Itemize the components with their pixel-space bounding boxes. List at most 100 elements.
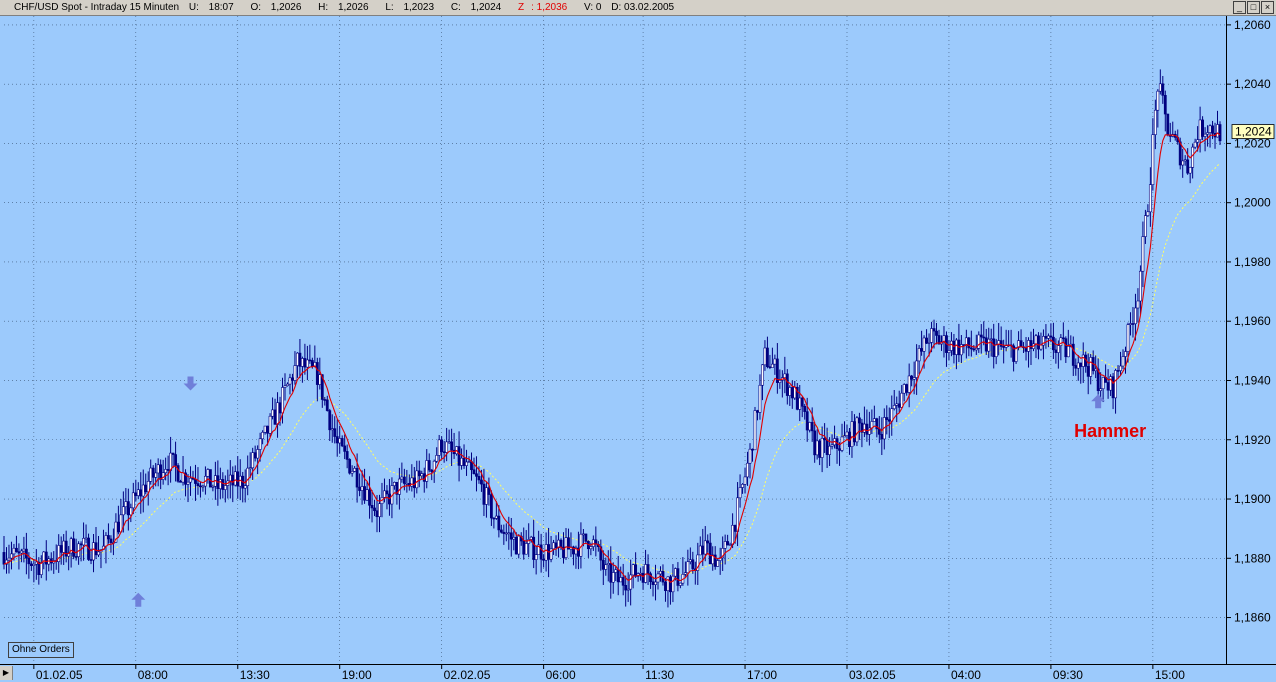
candle-body: [751, 448, 754, 451]
candle-body: [544, 544, 548, 561]
candle-body: [1047, 335, 1050, 339]
symbol-title: CHF/USD Spot - Intraday 15 Minuten: [14, 2, 180, 13]
candle-body: [999, 340, 1003, 347]
candle-body: [139, 489, 143, 497]
candle-body: [927, 342, 931, 344]
candle-body: [850, 421, 854, 447]
candle-body: [820, 437, 824, 458]
candle-body: [1166, 113, 1170, 136]
candle-body: [1081, 354, 1085, 367]
candle-body: [233, 471, 237, 486]
candle-body: [542, 558, 546, 561]
minimize-button[interactable]: _: [1233, 1, 1246, 14]
candle-body: [559, 539, 563, 548]
candle-body: [1198, 119, 1202, 140]
candle-body: [129, 507, 133, 516]
candle-body: [499, 529, 503, 533]
time-axis-panel[interactable]: [0, 664, 1276, 682]
candle-body: [507, 532, 511, 535]
candle-body: [141, 484, 145, 497]
candle-body: [7, 557, 11, 561]
candle-body: [783, 373, 787, 378]
candle-body: [698, 545, 702, 556]
candlestick-series: [2, 69, 1222, 608]
candle-body: [823, 437, 827, 441]
candle-body: [1151, 134, 1155, 185]
candle-body: [683, 572, 687, 575]
candle-body: [201, 485, 205, 488]
candle-body: [609, 563, 613, 583]
candle-body: [1089, 357, 1093, 377]
candle-body: [283, 385, 287, 388]
candle-body: [925, 337, 928, 344]
candle-body: [325, 399, 329, 411]
candle-body: [703, 540, 707, 555]
maximize-button[interactable]: □: [1247, 1, 1260, 14]
candle-body: [206, 469, 210, 477]
candle-body: [895, 403, 899, 406]
candle-body: [1086, 366, 1090, 377]
candle-body: [144, 484, 148, 493]
slow-moving-average: [3, 163, 1221, 575]
candle-body: [258, 438, 262, 450]
candle-body: [825, 439, 829, 455]
candle-body: [955, 339, 958, 355]
candle-body: [221, 479, 225, 490]
scroll-left-icon[interactable]: ▶: [0, 666, 13, 680]
close-button[interactable]: ×: [1261, 1, 1274, 14]
candle-body: [843, 435, 846, 438]
candle-body: [430, 469, 434, 472]
candle-body: [969, 347, 973, 350]
candle-body: [273, 409, 277, 425]
candle-body: [773, 358, 777, 365]
candle-body: [974, 348, 978, 351]
candle-body: [967, 337, 971, 349]
candle-body: [296, 352, 299, 366]
candle-body: [179, 481, 182, 483]
candle-body: [1037, 335, 1040, 350]
candle-body: [853, 421, 856, 443]
candle-body: [457, 446, 461, 466]
candle-body: [1106, 382, 1110, 391]
candle-body: [348, 459, 352, 474]
candle-body: [534, 554, 538, 560]
candle-body: [746, 462, 749, 478]
candle-body: [485, 487, 488, 505]
candle-body: [263, 425, 267, 433]
candle-body: [494, 515, 498, 519]
candle-body: [674, 568, 677, 577]
candle-body: [766, 347, 769, 368]
candle-body: [363, 486, 366, 501]
candle-body: [1119, 365, 1122, 371]
candle-body: [880, 434, 884, 440]
candle-body: [333, 428, 337, 437]
candle-body: [902, 384, 906, 394]
price-axis-panel[interactable]: [1226, 16, 1276, 664]
candle-body: [1039, 344, 1043, 350]
candle-body: [156, 464, 160, 474]
candle-body: [810, 422, 814, 432]
candle-body: [701, 545, 705, 555]
candle-body: [427, 460, 431, 471]
candle-body: [614, 569, 618, 573]
candle-body: [417, 470, 421, 477]
candle-body: [146, 480, 150, 493]
candle-body: [97, 551, 100, 556]
candle-body: [1111, 376, 1115, 399]
candle-body: [29, 563, 33, 566]
candle-body: [619, 577, 623, 583]
candle-body: [987, 338, 991, 352]
candle-body: [952, 340, 956, 355]
candle-body: [912, 377, 916, 380]
orders-button[interactable]: Ohne Orders: [8, 642, 74, 658]
candle-body: [467, 461, 471, 463]
price-chart[interactable]: Hammer: [0, 0, 1276, 681]
candle-body: [440, 439, 444, 452]
candle-body: [402, 476, 406, 484]
candle-body: [865, 423, 869, 435]
candle-body: [910, 375, 914, 380]
candle-body: [654, 581, 657, 585]
chart-title-bar: CHF/USD Spot - Intraday 15 Minuten U: 18…: [0, 0, 1276, 16]
candle-body: [171, 452, 175, 455]
candle-body: [845, 431, 849, 436]
